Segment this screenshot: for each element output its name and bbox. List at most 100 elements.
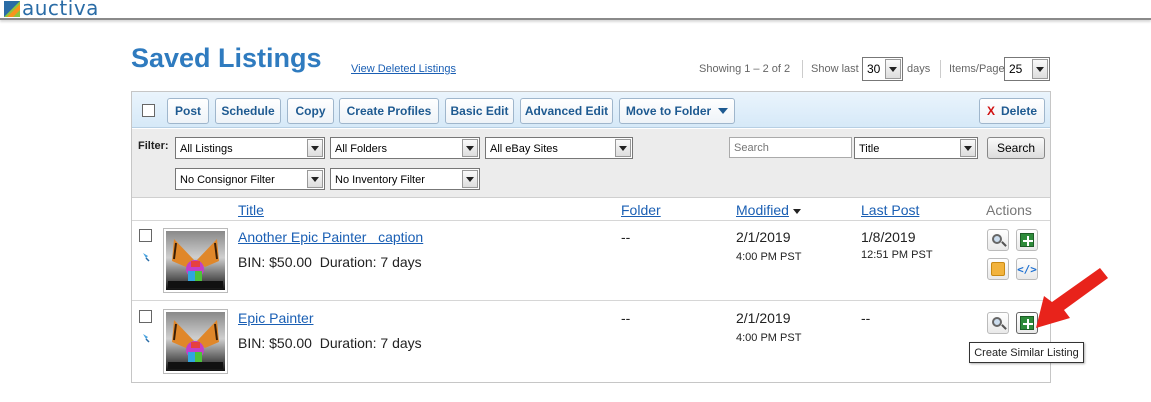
- listing-folder: --: [621, 229, 631, 245]
- filter-label: Filter:: [138, 140, 169, 152]
- pin-icon: [143, 253, 150, 262]
- listings-panel: Post Schedule Copy Create Profiles Basic…: [131, 91, 1051, 383]
- folders-filter-select[interactable]: All Folders: [330, 137, 480, 159]
- move-to-folder-button[interactable]: Move to Folder: [619, 98, 735, 124]
- listing-meta: BIN: $50.00 Duration: 7 days: [238, 335, 422, 351]
- view-deleted-listings-link[interactable]: View Deleted Listings: [351, 63, 456, 75]
- listing-price: BIN: $50.00: [238, 335, 312, 351]
- column-title[interactable]: Title: [238, 202, 264, 218]
- search-button-label: Search: [996, 141, 1036, 155]
- post-button[interactable]: Post: [167, 98, 209, 124]
- magnifier-icon: [991, 233, 1002, 244]
- showing-count: Showing 1 – 2 of 2: [699, 63, 791, 75]
- listing-folder: --: [621, 310, 631, 326]
- schedule-button[interactable]: Schedule: [215, 98, 281, 124]
- listing-meta: BIN: $50.00 Duration: 7 days: [238, 254, 422, 270]
- advanced-edit-label: Advanced Edit: [524, 104, 609, 118]
- filter-bar: Filter: All Listings All Folders All eBa…: [132, 129, 1050, 198]
- basic-edit-button[interactable]: Basic Edit: [445, 98, 514, 124]
- search-button[interactable]: Search: [987, 137, 1045, 159]
- consignor-filter-value: No Consignor Filter: [180, 174, 275, 186]
- modified-date: 2/1/2019: [736, 229, 791, 245]
- delete-label: Delete: [1000, 104, 1038, 118]
- search-input[interactable]: [729, 137, 852, 158]
- create-similar-tooltip: Create Similar Listing: [969, 342, 1084, 363]
- search-field-value: Title: [859, 143, 880, 155]
- ebay-sites-filter-select[interactable]: All eBay Sites: [485, 137, 633, 159]
- last-post-date: 1/8/2019: [861, 229, 916, 245]
- listing-title-link[interactable]: Another Epic Painter caption: [238, 229, 423, 245]
- create-profiles-button[interactable]: Create Profiles: [339, 98, 439, 124]
- row-checkbox[interactable]: [139, 310, 152, 323]
- items-per-page-select[interactable]: 25: [1004, 57, 1050, 81]
- consignor-filter-select[interactable]: No Consignor Filter: [175, 168, 325, 190]
- items-per-page-value: 25: [1009, 62, 1023, 76]
- show-last-select[interactable]: 30: [862, 57, 903, 81]
- delete-button[interactable]: X Delete: [979, 98, 1045, 124]
- notes-button[interactable]: [987, 258, 1009, 280]
- page-title: Saved Listings: [131, 43, 322, 73]
- listing-thumbnail[interactable]: [163, 228, 228, 293]
- modified-time: 4:00 PM PST: [736, 251, 802, 263]
- divider: [132, 220, 1050, 221]
- last-post-time: 12:51 PM PST: [861, 249, 933, 261]
- column-modified[interactable]: Modified: [736, 202, 801, 218]
- dropdown-arrow-icon: [462, 139, 478, 157]
- create-similar-button[interactable]: [1016, 229, 1038, 251]
- modified-date: 2/1/2019: [736, 310, 791, 326]
- divider: [940, 60, 941, 78]
- dropdown-arrow-icon: [462, 170, 478, 188]
- dropdown-arrow-icon: [615, 139, 631, 157]
- divider: [132, 300, 1050, 301]
- days-label: days: [907, 63, 931, 75]
- listings-filter-select[interactable]: All Listings: [175, 137, 325, 159]
- show-last-label: Show last: [811, 63, 859, 75]
- delete-x-icon: X: [986, 104, 995, 118]
- listing-duration: Duration: 7 days: [319, 335, 422, 351]
- column-folder[interactable]: Folder: [621, 202, 661, 218]
- search-field-select[interactable]: Title: [854, 137, 978, 159]
- post-label: Post: [174, 104, 201, 118]
- top-bar: auctiva: [0, 0, 1151, 20]
- sort-desc-icon: [792, 208, 801, 214]
- chevron-down-icon: [718, 108, 729, 114]
- dropdown-arrow-icon: [307, 170, 323, 188]
- last-post-date: --: [861, 310, 871, 326]
- action-toolbar: Post Schedule Copy Create Profiles Basic…: [132, 92, 1050, 128]
- create-profiles-label: Create Profiles: [346, 104, 432, 118]
- ebay-sites-filter-value: All eBay Sites: [490, 143, 558, 155]
- listings-filter-value: All Listings: [180, 143, 233, 155]
- inventory-filter-select[interactable]: No Inventory Filter: [330, 168, 480, 190]
- dropdown-arrow-icon: [307, 139, 323, 157]
- copy-button[interactable]: Copy: [287, 98, 334, 124]
- preview-button[interactable]: [987, 312, 1009, 334]
- basic-edit-label: Basic Edit: [450, 104, 509, 118]
- move-to-folder-label: Move to Folder: [625, 104, 712, 118]
- row-checkbox[interactable]: [139, 229, 152, 242]
- listing-price: BIN: $50.00: [238, 254, 312, 270]
- folders-filter-value: All Folders: [335, 143, 387, 155]
- preview-button[interactable]: [987, 229, 1009, 251]
- dropdown-arrow-icon: [1032, 59, 1048, 79]
- pin-icon: [143, 334, 150, 343]
- column-modified-label: Modified: [736, 202, 789, 218]
- modified-time: 4:00 PM PST: [736, 332, 802, 344]
- logo-text: auctiva: [22, 0, 99, 20]
- column-last-post[interactable]: Last Post: [861, 202, 919, 218]
- annotation-arrow-icon: [1036, 268, 1108, 328]
- listing-title-link[interactable]: Epic Painter: [238, 310, 313, 326]
- divider: [802, 60, 803, 78]
- auctiva-logo[interactable]: auctiva: [4, 0, 99, 18]
- create-similar-icon: [1020, 233, 1034, 247]
- note-icon: [991, 262, 1005, 276]
- items-per-page-label: Items/Page: [949, 63, 1005, 75]
- select-all-checkbox[interactable]: [142, 104, 155, 117]
- magnifier-icon: [991, 316, 1002, 327]
- show-last-value: 30: [867, 62, 881, 76]
- listing-thumbnail[interactable]: [163, 309, 228, 374]
- advanced-edit-button[interactable]: Advanced Edit: [520, 98, 613, 124]
- inventory-filter-value: No Inventory Filter: [335, 174, 425, 186]
- dropdown-arrow-icon: [960, 139, 976, 157]
- dropdown-arrow-icon: [885, 59, 901, 79]
- listing-duration: Duration: 7 days: [319, 254, 422, 270]
